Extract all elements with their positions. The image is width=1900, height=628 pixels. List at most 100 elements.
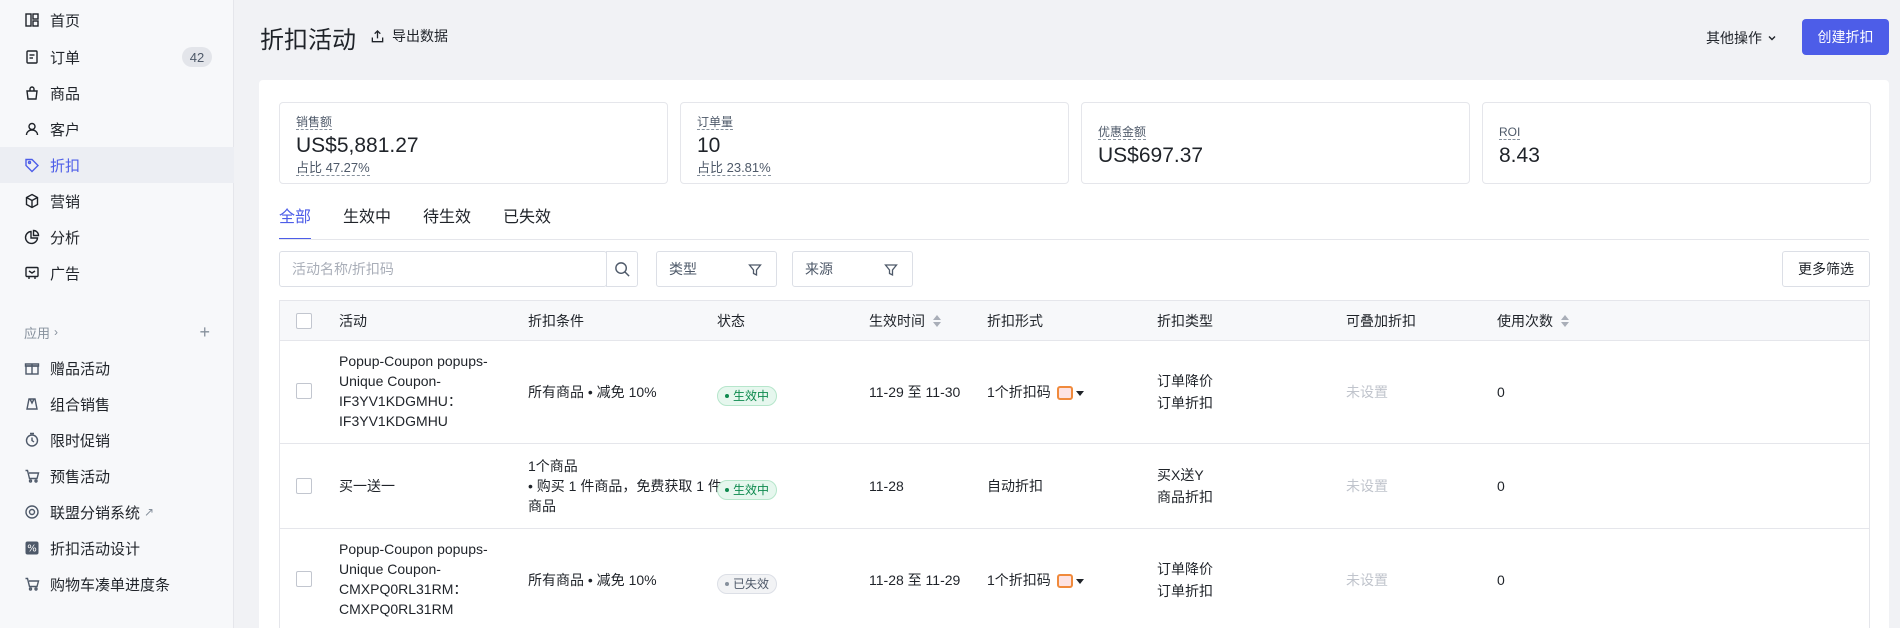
ads-icon [24,265,40,281]
select-all-checkbox[interactable] [296,313,312,329]
type-filter-label: 类型 [669,261,697,277]
activity-name[interactable]: Popup-Coupon popups- Unique Coupon- CMXP… [339,539,519,619]
filter-icon [884,264,898,277]
stat-share[interactable]: 占比 23.81% [697,160,771,176]
export-icon [371,29,384,42]
condition-line: • 购买 1 件商品，免费获取 1 件 [528,478,722,494]
search-button[interactable] [606,251,638,287]
chevron-down-icon [1768,36,1776,41]
tab-active[interactable]: 生效中 [343,200,391,240]
export-data-button[interactable]: 导出数据 [370,26,448,46]
discount-condition: 所有商品 • 减免 10% [528,572,657,588]
export-data-label: 导出数据 [392,28,448,44]
tab-scheduled[interactable]: 待生效 [423,200,471,240]
discount-form-text: 1个折扣码 [987,572,1051,588]
stat-card-sales: 销售额 US$5,881.27 占比 47.27% [279,102,668,184]
stat-share[interactable]: 占比 47.27% [296,160,370,176]
stat-label[interactable]: 销售额 [296,115,333,130]
status-text: 已失效 [733,577,770,591]
status-badge: 生效中 [717,477,778,500]
table-row[interactable]: Popup-Coupon popups- Unique Coupon- IF3Y… [280,341,1869,444]
sidebar-app-gift[interactable]: 赠品活动 [0,350,234,386]
discount-form-text: 1个折扣码 [987,384,1051,400]
source-filter[interactable]: 来源 [792,251,913,287]
type-filter[interactable]: 类型 [656,251,777,287]
discount-form: 1个折扣码 [987,382,1084,402]
sidebar-app-flash-sale[interactable]: 限时促销 [0,422,234,458]
search-input[interactable]: 活动名称/折扣码 [279,251,607,287]
discount-condition: 1个商品 • 购买 1 件商品，免费获取 1 件 商品 [528,456,733,516]
effective-time: 11-28 至 11-29 [869,572,961,588]
column-header-label: 生效时间 [869,313,925,329]
row-checkbox[interactable] [296,383,312,399]
row-checkbox[interactable] [296,571,312,587]
filter-icon [748,264,762,277]
discount-type-line: 订单降价 [1157,561,1213,577]
sidebar-item-home[interactable]: 首页 [0,2,234,38]
stat-value: US$697.37 [1098,144,1204,167]
activity-name[interactable]: Popup-Coupon popups- Unique Coupon- IF3Y… [339,351,519,431]
stat-label[interactable]: 订单量 [697,115,734,130]
activity-line: IF3YV1KDGMHU： [339,393,462,409]
sidebar-item-products[interactable]: 商品 [0,75,234,111]
sidebar-item-orders[interactable]: 订单 42 [0,39,234,75]
sidebar-item-label: 分析 [50,229,81,247]
stat-card-roi: ROI 8.43 [1482,102,1871,184]
sort-icon[interactable] [1561,315,1569,327]
sidebar-item-label: 订单 [50,49,81,67]
discount-code-dropdown-icon[interactable] [1056,386,1084,401]
more-operations-dropdown[interactable]: 其他操作 [1706,28,1777,48]
add-app-icon[interactable]: + [199,322,210,343]
sidebar-app-cart-progress[interactable]: 购物车凑单进度条 [0,566,234,602]
sidebar-item-label: 营销 [50,193,81,211]
activity-name[interactable]: 买一送一 [339,476,395,496]
condition-line: 1个商品 [528,458,578,474]
column-header-effective-time[interactable]: 生效时间 [869,301,941,341]
main-panel: 销售额 US$5,881.27 占比 47.27% 订单量 10 占比 23.8… [259,80,1889,628]
svg-text:%: % [27,544,37,555]
apps-section-header[interactable]: 应用 › + [24,322,210,342]
column-header-activity: 活动 [339,313,367,329]
create-discount-button[interactable]: 创建折扣 [1802,19,1889,55]
status-tabs: 全部 生效中 待生效 已失效 [279,200,583,240]
discount-tag-icon [24,157,40,173]
cart-icon [24,576,40,592]
sidebar-item-analytics[interactable]: 分析 [0,219,234,255]
sidebar-item-label: 广告 [50,265,81,283]
sidebar-item-label: 首页 [50,12,81,30]
table-row[interactable]: Popup-Coupon popups- Unique Coupon- CMXP… [280,529,1869,628]
sort-icon[interactable] [933,315,941,327]
sidebar-item-discounts[interactable]: 折扣 [0,147,234,183]
sidebar: 首页 订单 42 商品 客户 折扣 营销 分析 广告 应用 › + 赠品活动 组… [0,0,234,628]
column-header-discount-form: 折扣形式 [987,313,1043,329]
stackable-value: 未设置 [1346,384,1388,400]
sidebar-item-marketing[interactable]: 营销 [0,183,234,219]
sidebar-item-ads[interactable]: 广告 [0,255,234,291]
marketing-icon [24,193,40,209]
stat-label[interactable]: ROI [1499,125,1521,140]
status-text: 生效中 [733,389,770,403]
discount-type: 订单降价 订单折扣 [1157,559,1213,601]
status-badge: 已失效 [717,571,778,594]
discount-code-dropdown-icon[interactable] [1056,574,1084,589]
column-header-uses[interactable]: 使用次数 [1497,301,1569,341]
activity-line: Popup-Coupon popups- [339,541,488,557]
table-row[interactable]: 买一送一 1个商品 • 购买 1 件商品，免费获取 1 件 商品 生效中 11-… [280,444,1869,529]
chevron-right-icon: › [54,325,59,339]
sidebar-item-label: 赠品活动 [50,360,111,378]
stat-label[interactable]: 优惠金额 [1098,125,1147,140]
sidebar-item-customers[interactable]: 客户 [0,111,234,147]
tab-all[interactable]: 全部 [279,200,312,240]
sidebar-app-bundle[interactable]: 组合销售 [0,386,234,422]
page-header: 折扣活动 导出数据 其他操作 创建折扣 [234,0,1900,78]
row-checkbox[interactable] [296,478,312,494]
sidebar-app-presale[interactable]: 预售活动 [0,458,234,494]
sidebar-app-discount-design[interactable]: % 折扣活动设计 [0,530,234,566]
more-filters-button[interactable]: 更多筛选 [1782,251,1870,287]
sidebar-app-affiliate[interactable]: 联盟分销系统 ↗ [0,494,234,530]
sidebar-item-label: 折扣 [50,157,81,175]
discount-type-line: 订单折扣 [1157,395,1213,411]
stat-value: 8.43 [1499,144,1540,167]
tab-expired[interactable]: 已失效 [503,200,551,240]
column-header-label: 使用次数 [1497,313,1553,329]
